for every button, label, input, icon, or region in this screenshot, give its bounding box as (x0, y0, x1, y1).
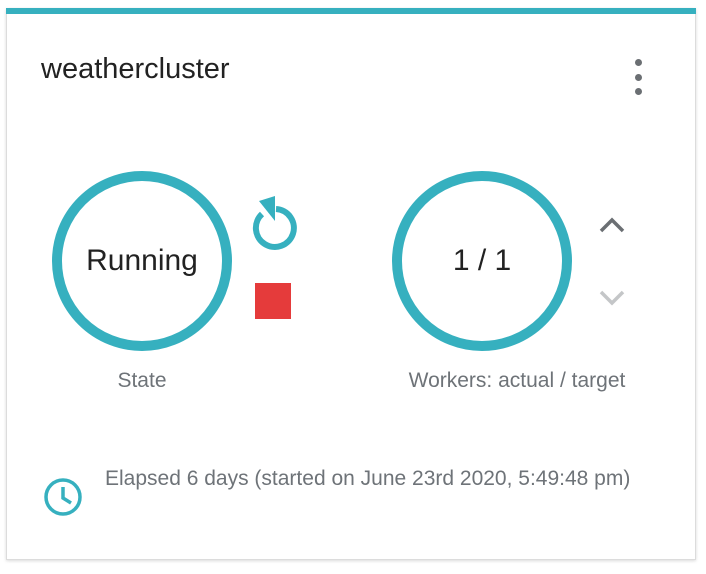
workers-ring: 1 / 1 (392, 171, 572, 351)
chevron-up-icon (599, 217, 625, 233)
restart-button[interactable] (245, 191, 303, 255)
chevron-down-icon (599, 290, 625, 306)
workers-value: 1 / 1 (452, 244, 512, 277)
workers-label: Workers: actual / target (408, 369, 626, 392)
state-label: State (117, 369, 167, 392)
clock-icon (43, 477, 83, 517)
more-vert-icon-dot (634, 88, 642, 95)
stop-button[interactable] (255, 283, 291, 319)
cluster-card: weathercluster Running State 1 / 1 Worke… (6, 8, 696, 560)
more-vert-icon-dot (634, 73, 642, 81)
cluster-title: weathercluster (41, 53, 230, 85)
state-ring: Running (52, 171, 232, 351)
more-menu-button[interactable] (623, 59, 653, 95)
increase-workers-button[interactable] (597, 214, 627, 236)
state-value: Running (86, 244, 198, 277)
more-vert-icon (634, 59, 642, 66)
card-accent-bar (6, 8, 696, 14)
restart-icon (252, 196, 297, 250)
decrease-workers-button[interactable] (597, 287, 627, 309)
elapsed-text: Elapsed 6 days (started on June 23rd 202… (105, 467, 631, 490)
